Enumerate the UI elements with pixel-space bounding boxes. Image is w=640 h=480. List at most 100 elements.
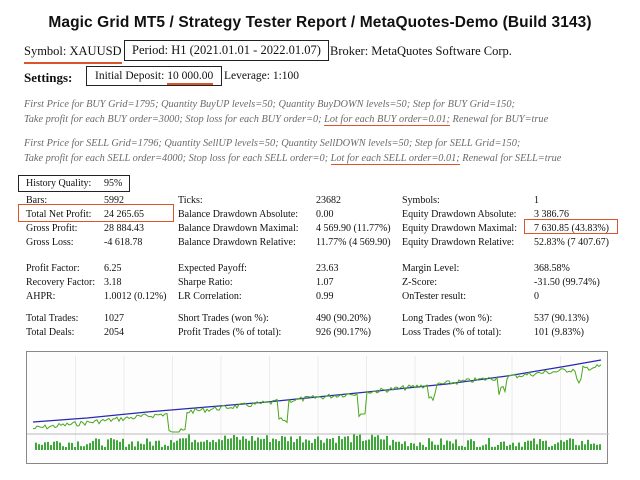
deposit-load-bar <box>488 438 490 450</box>
deposit-load-bar <box>281 435 283 450</box>
deposit-load-bar <box>356 435 358 450</box>
deposit-load-bar <box>98 439 100 450</box>
deposit-load-bar <box>533 438 535 450</box>
deposit-load-bar <box>590 443 592 450</box>
deposit-load-bar <box>191 442 193 450</box>
deposit-load-bar <box>263 438 265 450</box>
deposit-load-bar <box>125 446 127 450</box>
col2-value: 23682 <box>316 195 341 206</box>
deposit-load-bar <box>485 444 487 450</box>
deposit-load-bar <box>581 440 583 450</box>
deposit-load-bar <box>386 435 388 450</box>
col3-label: Margin Level: <box>402 263 460 274</box>
deposit-load-bar <box>56 441 58 450</box>
deposit-load-bar <box>194 439 196 450</box>
col1-label: AHPR: <box>26 291 56 302</box>
deposit-load-bar <box>53 441 55 450</box>
deposit-load-bar <box>443 444 445 450</box>
deposit-load-bar <box>509 444 511 450</box>
sell-params-line1: First Price for SELL Grid=1796; Quantity… <box>24 138 521 149</box>
deposit-load-bar <box>35 442 37 450</box>
deposit-load-bar <box>587 439 589 450</box>
col3-value: 3 386.76 <box>534 209 569 220</box>
deposit-load-bar <box>572 438 574 450</box>
col3-label: Long Trades (won %): <box>402 313 493 324</box>
sell-params-renewal: Renewal for SELL=true <box>462 153 562 164</box>
deposit-load-bar <box>563 441 565 450</box>
col3-value: 52.83% (7 407.67) <box>534 237 609 248</box>
deposit-load-bar <box>170 440 172 450</box>
col2-value: 0.00 <box>316 209 334 220</box>
deposit-load-bar <box>173 442 175 450</box>
deposit-load-bar <box>545 440 547 450</box>
col1-label: Total Trades: <box>26 313 79 324</box>
deposit-load-bar <box>497 444 499 450</box>
deposit-load-bar <box>461 445 463 450</box>
deposit-load-bar <box>182 438 184 450</box>
deposit-load-bar <box>221 440 223 450</box>
deposit-load-bar <box>584 444 586 450</box>
col3-value: 0 <box>534 291 539 302</box>
deposit-load-bar <box>362 440 364 450</box>
deposit-load-bar <box>95 438 97 450</box>
deposit-load-bar <box>527 440 529 450</box>
deposit-load-bar <box>275 439 277 450</box>
deposit-load-bar <box>101 445 103 450</box>
deposit-load-bar <box>323 442 325 450</box>
col2-value: 490 (90.20%) <box>316 313 371 324</box>
deposit-load-bar <box>62 446 64 450</box>
col2-label: Profit Trades (% of total): <box>178 327 282 338</box>
col2-label: Sharpe Ratio: <box>178 277 233 288</box>
col2-label: Balance Drawdown Relative: <box>178 237 296 248</box>
deposit-load-bar <box>416 446 418 450</box>
sell-params: First Price for SELL Grid=1796; Quantity… <box>24 136 561 166</box>
deposit-load-bar <box>305 439 307 450</box>
buy-params-lot: Lot for each BUY order=0.01; <box>324 114 450 126</box>
deposit-load-bar <box>59 442 61 450</box>
deposit-load-bar <box>257 437 259 450</box>
buy-params: First Price for BUY Grid=1795; Quantity … <box>24 97 548 127</box>
deposit-load-bar <box>260 439 262 450</box>
deposit-load-bar <box>161 446 163 450</box>
deposit-load-bar <box>149 441 151 450</box>
deposit-load-bar <box>80 446 82 450</box>
deposit-load-bar <box>401 443 403 450</box>
buy-params-line1: First Price for BUY Grid=1795; Quantity … <box>24 99 515 110</box>
deposit-load-bar <box>200 441 202 450</box>
col2-label: Balance Drawdown Maximal: <box>178 223 299 234</box>
deposit-load-bar <box>446 440 448 450</box>
deposit-load-bar <box>470 439 472 450</box>
deposit-load-bar <box>215 442 217 450</box>
balance-equity-chart <box>26 351 609 464</box>
deposit-load-bar <box>518 442 520 450</box>
deposit-load-bar <box>77 441 79 450</box>
deposit-load-bar <box>254 440 256 450</box>
deposit-load-bar <box>515 446 517 450</box>
deposit-load-bar <box>425 446 427 450</box>
deposit-load-bar <box>422 444 424 450</box>
deposit-load-bar <box>236 436 238 450</box>
col1-value: 28 884.43 <box>104 223 144 234</box>
deposit-load-bar <box>272 438 274 450</box>
deposit-load-bar <box>206 440 208 450</box>
col1-value: 3.18 <box>104 277 122 288</box>
deposit-load-bar <box>110 438 112 450</box>
col1-value: 6.25 <box>104 263 122 274</box>
deposit-load-bar <box>137 441 139 450</box>
deposit-load-bar <box>413 443 415 450</box>
deposit-load-bar <box>269 442 271 450</box>
deposit-load-bar <box>329 439 331 450</box>
initial-deposit-box: Initial Deposit: 10 000.00 <box>86 66 223 86</box>
deposit-load-bar <box>224 435 226 450</box>
deposit-load-bar <box>392 439 394 450</box>
deposit-load-bar <box>296 438 298 450</box>
col2-label: Expected Payoff: <box>178 263 247 274</box>
deposit-load-bar <box>593 443 595 450</box>
settings-heading: Settings: <box>24 70 73 85</box>
deposit-load-bar <box>548 446 550 450</box>
deposit-load-bar <box>560 440 562 450</box>
deposit-load-bar <box>383 439 385 450</box>
deposit-load-bar <box>185 438 187 450</box>
deposit-load-bar <box>503 441 505 450</box>
deposit-load-bar <box>251 435 253 450</box>
